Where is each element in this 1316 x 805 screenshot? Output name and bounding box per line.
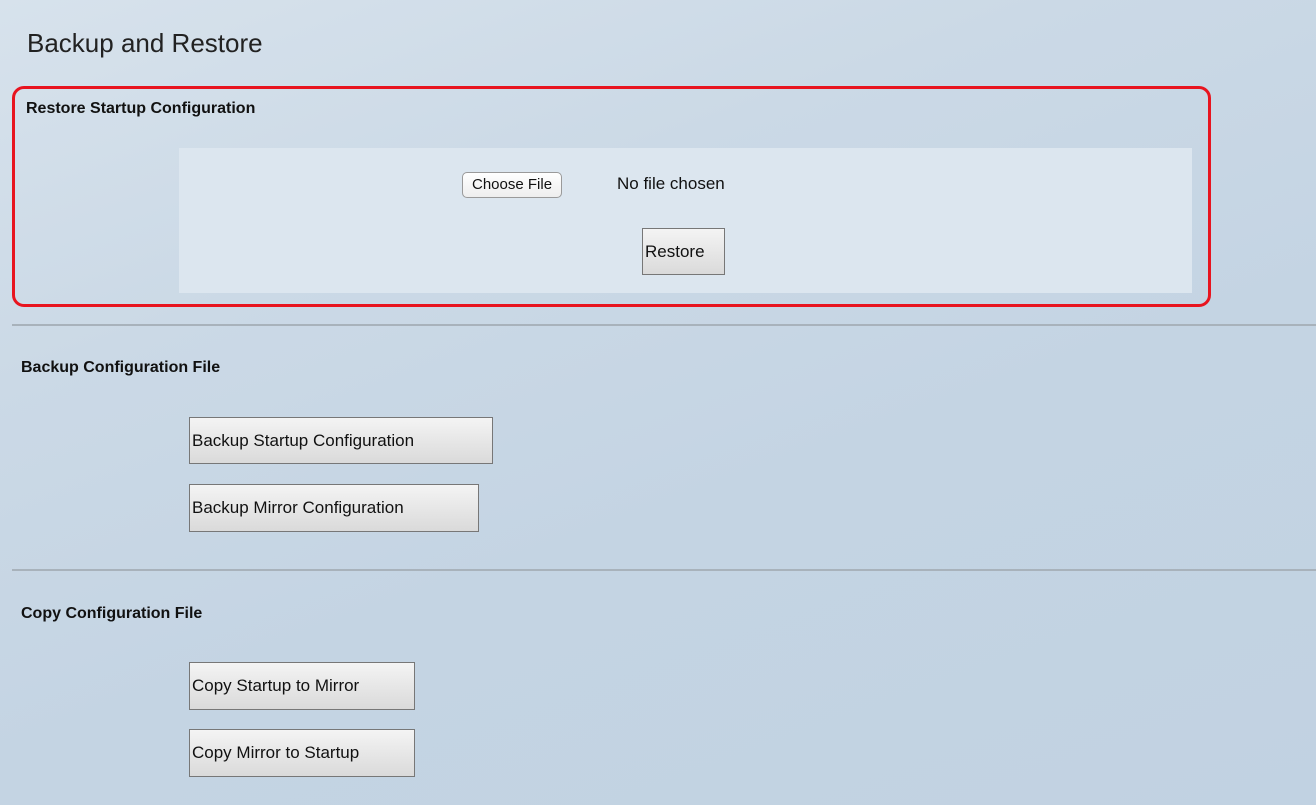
restore-section-heading: Restore Startup Configuration bbox=[26, 100, 256, 117]
section-divider bbox=[12, 569, 1316, 571]
backup-mirror-configuration-button[interactable]: Backup Mirror Configuration bbox=[189, 484, 479, 532]
section-divider bbox=[12, 324, 1316, 326]
copy-section-heading: Copy Configuration File bbox=[21, 605, 203, 622]
restore-button[interactable]: Restore bbox=[642, 228, 725, 275]
copy-startup-to-mirror-button[interactable]: Copy Startup to Mirror bbox=[189, 662, 415, 710]
file-status-text: No file chosen bbox=[617, 174, 725, 193]
page-title: Backup and Restore bbox=[27, 28, 263, 58]
copy-mirror-to-startup-button[interactable]: Copy Mirror to Startup bbox=[189, 729, 415, 777]
choose-file-button[interactable]: Choose File bbox=[462, 172, 563, 198]
backup-section-heading: Backup Configuration File bbox=[21, 359, 221, 376]
backup-startup-configuration-button[interactable]: Backup Startup Configuration bbox=[189, 417, 493, 464]
